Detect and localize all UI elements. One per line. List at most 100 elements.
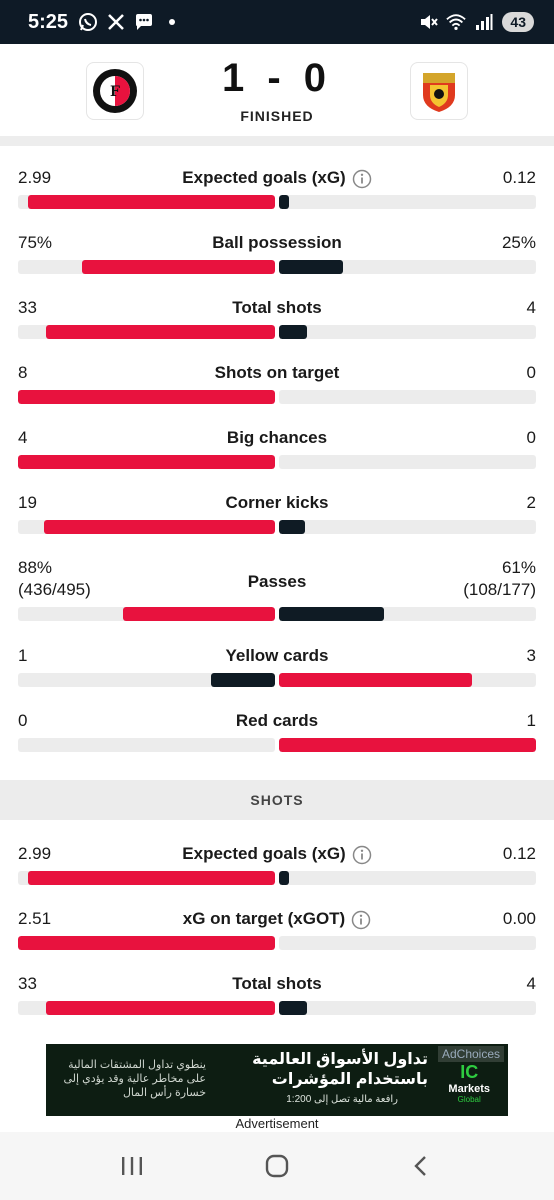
stat-row: 8 Shots on target 0 (0, 363, 554, 423)
home-bar-track (18, 325, 275, 339)
stat-label-text: Total shots (232, 298, 322, 317)
ad-choices[interactable]: AdChoices (437, 1046, 504, 1062)
home-bar-track (18, 390, 275, 404)
stat-row: 33 Total shots 4 (0, 974, 554, 1034)
away-bar-fill (279, 195, 290, 209)
home-bar-track (18, 455, 275, 469)
away-bar-track (279, 1001, 536, 1015)
ad-subtext: رافعة مالية تصل إلى 1:200 (286, 1094, 398, 1105)
stat-label-text: Shots on target (214, 363, 340, 382)
header-divider (0, 136, 554, 146)
away-bar-track (279, 607, 536, 621)
away-bar-track (279, 936, 536, 950)
home-bar-fill (123, 607, 275, 621)
match-status: FINISHED (240, 108, 314, 124)
away-bar-fill (279, 673, 472, 687)
battery-level: 43 (502, 12, 534, 32)
home-bar-track (18, 607, 275, 621)
stat-label: Ball possession (0, 233, 554, 253)
stat-label-text: xG on target (xGOT) (182, 909, 346, 928)
stat-row: 1 Yellow cards 3 (0, 646, 554, 706)
home-bar-fill (46, 1001, 275, 1015)
ad-disclaimer: ينطوي تداول المشتقات المالية على مخاطر ع… (63, 1059, 206, 1099)
stat-label-text: Passes (247, 572, 307, 591)
away-bar-track (279, 390, 536, 404)
home-bar-fill (18, 455, 275, 469)
stat-away-value: 0.00 (502, 909, 536, 928)
stat-away-value: 0 (526, 428, 536, 447)
stat-away-value: 0 (526, 363, 536, 382)
stat-away-value: 25% (501, 233, 536, 252)
stat-label: Shots on target (0, 363, 554, 383)
stat-label: Yellow cards (0, 646, 554, 666)
stat-row: 75% Ball possession 25% (0, 233, 554, 293)
home-bar-fill (18, 390, 275, 404)
stat-label: Expected goals (xG) (0, 844, 554, 865)
home-bar-track (18, 195, 275, 209)
recents-icon[interactable] (112, 1146, 152, 1186)
home-icon[interactable] (257, 1146, 297, 1186)
stat-label: Expected goals (xG) (0, 168, 554, 189)
away-bar-track (279, 738, 536, 752)
stat-away-value: 1 (526, 711, 536, 730)
match-score: 1 - 0 (221, 56, 333, 100)
x-icon (106, 12, 126, 32)
match-header: F 1 - 0 FINISHED (0, 44, 554, 136)
stat-row: 88% (436/495) (108/177) Passes 61% (0, 558, 554, 621)
away-bar-fill (279, 607, 385, 621)
stat-label-text: Expected goals (xG) (182, 168, 346, 187)
status-time: 5:25 (28, 10, 69, 33)
stat-label: Total shots (0, 298, 554, 318)
dot-icon (162, 12, 182, 32)
away-team-logo[interactable] (410, 62, 468, 120)
ad-brand-sub: Global (457, 1095, 481, 1104)
back-icon[interactable] (402, 1146, 442, 1186)
away-bar-track (279, 455, 536, 469)
home-bar-fill (28, 871, 275, 885)
stat-away-value: 3 (526, 646, 536, 665)
away-bar-fill (279, 260, 344, 274)
home-bar-fill (82, 260, 275, 274)
away-bar-track (279, 673, 536, 687)
stat-label: Red cards (0, 711, 554, 731)
ad-brand-ic: IC (460, 1062, 479, 1082)
away-bar-track (279, 871, 536, 885)
stat-label-text: Ball possession (212, 233, 342, 252)
away-bar-track (279, 260, 536, 274)
stat-label: Total shots (0, 974, 554, 994)
stat-away-value: 2 (526, 493, 536, 512)
stat-away-value: 61% (501, 558, 536, 577)
away-bar-fill (279, 738, 536, 752)
home-bar-track (18, 1001, 275, 1015)
home-bar-track (18, 871, 275, 885)
away-bar-track (279, 520, 536, 534)
stat-label: Big chances (0, 428, 554, 448)
status-bar: 5:25 43 (0, 0, 554, 44)
system-icons: 43 (418, 12, 534, 32)
ad-label: Advertisement (235, 1116, 319, 1131)
home-bar-fill (28, 195, 275, 209)
stat-row: 19 Corner kicks 2 (0, 493, 554, 553)
shots-section-header: SHOTS (0, 780, 554, 820)
stat-label-text: Expected goals (xG) (182, 844, 346, 863)
home-bar-fill (46, 325, 275, 339)
home-bar-fill (18, 936, 275, 950)
stat-label-text: Total shots (232, 974, 322, 993)
stat-away-value: 0.12 (502, 168, 536, 187)
home-bar-track (18, 520, 275, 534)
stat-label: xG on target (xGOT) (0, 909, 554, 930)
home-bar-fill (43, 520, 275, 534)
info-icon[interactable] (351, 910, 371, 930)
stat-row: 0 Red cards 1 (0, 711, 554, 771)
stat-label: Corner kicks (0, 493, 554, 513)
away-bar-fill (279, 1001, 308, 1015)
info-icon[interactable] (352, 845, 372, 865)
stat-row: 2.99 Expected goals (xG) 0.12 (0, 168, 554, 228)
stat-label: Passes (0, 572, 554, 592)
away-bar-fill (279, 325, 308, 339)
info-icon[interactable] (352, 169, 372, 189)
ad-banner[interactable]: AdChoices ينطوي تداول المشتقات المالية ع… (46, 1044, 508, 1116)
ad-area: AdChoices ينطوي تداول المشتقات المالية ع… (0, 1042, 554, 1132)
away-bar-fill (279, 520, 305, 534)
home-bar-track (18, 738, 275, 752)
